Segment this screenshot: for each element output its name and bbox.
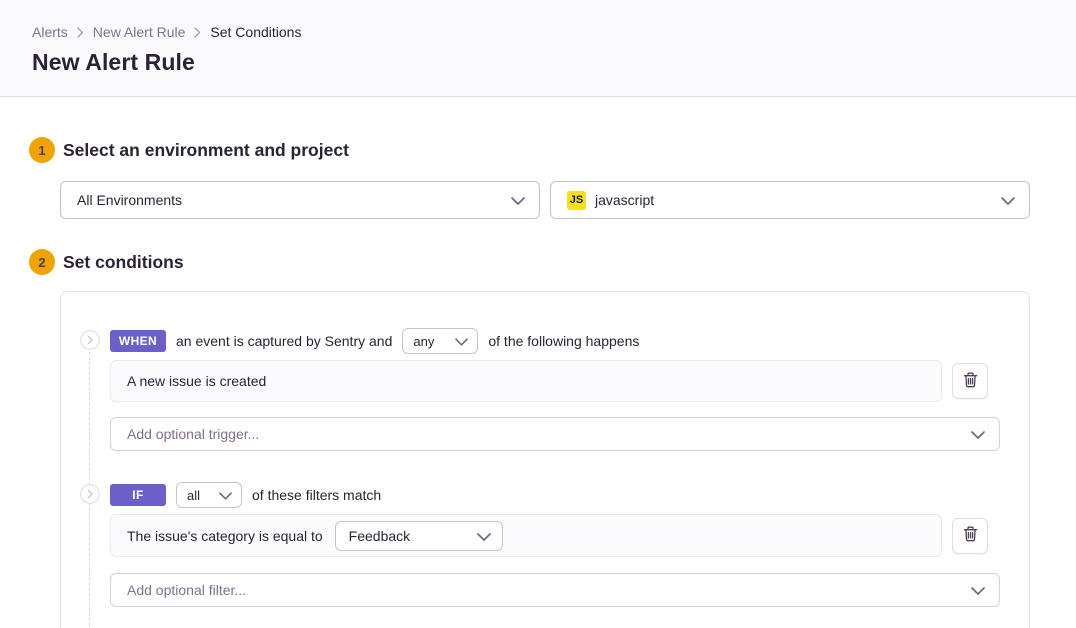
if-rule-label: The issue's category is equal to [127, 528, 323, 544]
breadcrumb-chevron-icon [194, 27, 201, 38]
environment-select-value: All Environments [77, 192, 182, 208]
if-badge[interactable]: IF [110, 484, 166, 506]
step1-heading: 1 Select an environment and project [29, 137, 1030, 163]
when-badge[interactable]: WHEN [110, 330, 166, 352]
when-rule-row: A new issue is created [110, 360, 988, 402]
when-condition-group: WHEN an event is captured by Sentry and … [61, 328, 998, 451]
environment-select[interactable]: All Environments [60, 181, 540, 219]
step1-number-badge: 1 [29, 137, 55, 163]
step2-title: Set conditions [63, 252, 184, 273]
add-optional-filter-select[interactable]: Add optional filter... [110, 573, 1000, 607]
delete-filter-button[interactable] [952, 518, 988, 554]
if-match-select[interactable]: all [176, 482, 242, 508]
step2-number-badge: 2 [29, 249, 55, 275]
breadcrumb-alerts[interactable]: Alerts [32, 24, 68, 40]
project-select[interactable]: JS javascript [550, 181, 1030, 219]
filter-value-select[interactable]: Feedback [335, 521, 503, 551]
breadcrumb-new-alert-rule[interactable]: New Alert Rule [93, 24, 186, 40]
if-match-select-value: all [187, 488, 200, 503]
chevron-down-icon [1001, 192, 1015, 208]
when-match-select-value: any [413, 334, 434, 349]
chevron-down-icon [477, 528, 491, 544]
breadcrumb-chevron-icon [77, 27, 84, 38]
if-rule-row: The issue's category is equal to Feedbac… [110, 514, 988, 557]
if-text-after: of these filters match [252, 487, 381, 503]
conditions-card: WHEN an event is captured by Sentry and … [60, 291, 1030, 628]
add-optional-trigger-placeholder: Add optional trigger... [127, 426, 259, 442]
breadcrumb: Alerts New Alert Rule Set Conditions [32, 24, 1044, 40]
environment-project-row: All Environments JS javascript [60, 181, 1030, 219]
chevron-right-circle-icon [80, 484, 100, 504]
when-match-select[interactable]: any [402, 328, 478, 354]
if-condition-group: IF all of these filters match The issue'… [61, 482, 998, 607]
add-optional-filter-placeholder: Add optional filter... [127, 582, 246, 598]
trash-icon [963, 526, 978, 545]
javascript-platform-icon: JS [567, 191, 586, 210]
main-content: 1 Select an environment and project All … [0, 97, 1076, 628]
filter-value-select-value: Feedback [349, 528, 410, 544]
project-select-value: javascript [595, 192, 654, 208]
chevron-down-icon [219, 488, 232, 503]
when-rule-box: A new issue is created [110, 360, 942, 402]
chevron-down-icon [971, 426, 985, 442]
when-text-after: of the following happens [488, 333, 639, 349]
breadcrumb-set-conditions: Set Conditions [210, 24, 301, 40]
chevron-down-icon [511, 192, 525, 208]
if-rule-box: The issue's category is equal to Feedbac… [110, 514, 942, 557]
when-text-before: an event is captured by Sentry and [176, 333, 392, 349]
add-optional-trigger-select[interactable]: Add optional trigger... [110, 417, 1000, 451]
new-alert-rule-page: Alerts New Alert Rule Set Conditions New… [0, 0, 1076, 628]
if-badge-row: IF all of these filters match [110, 482, 998, 508]
step2-heading: 2 Set conditions [29, 249, 1030, 275]
chevron-down-icon [971, 582, 985, 598]
delete-trigger-button[interactable] [952, 363, 988, 399]
page-header: Alerts New Alert Rule Set Conditions New… [0, 0, 1076, 97]
page-title: New Alert Rule [32, 49, 1044, 76]
when-badge-row: WHEN an event is captured by Sentry and … [110, 328, 998, 354]
chevron-right-circle-icon [80, 330, 100, 350]
step1-title: Select an environment and project [63, 140, 349, 161]
trash-icon [963, 372, 978, 391]
when-rule-label: A new issue is created [127, 373, 266, 389]
chevron-down-icon [455, 334, 468, 349]
